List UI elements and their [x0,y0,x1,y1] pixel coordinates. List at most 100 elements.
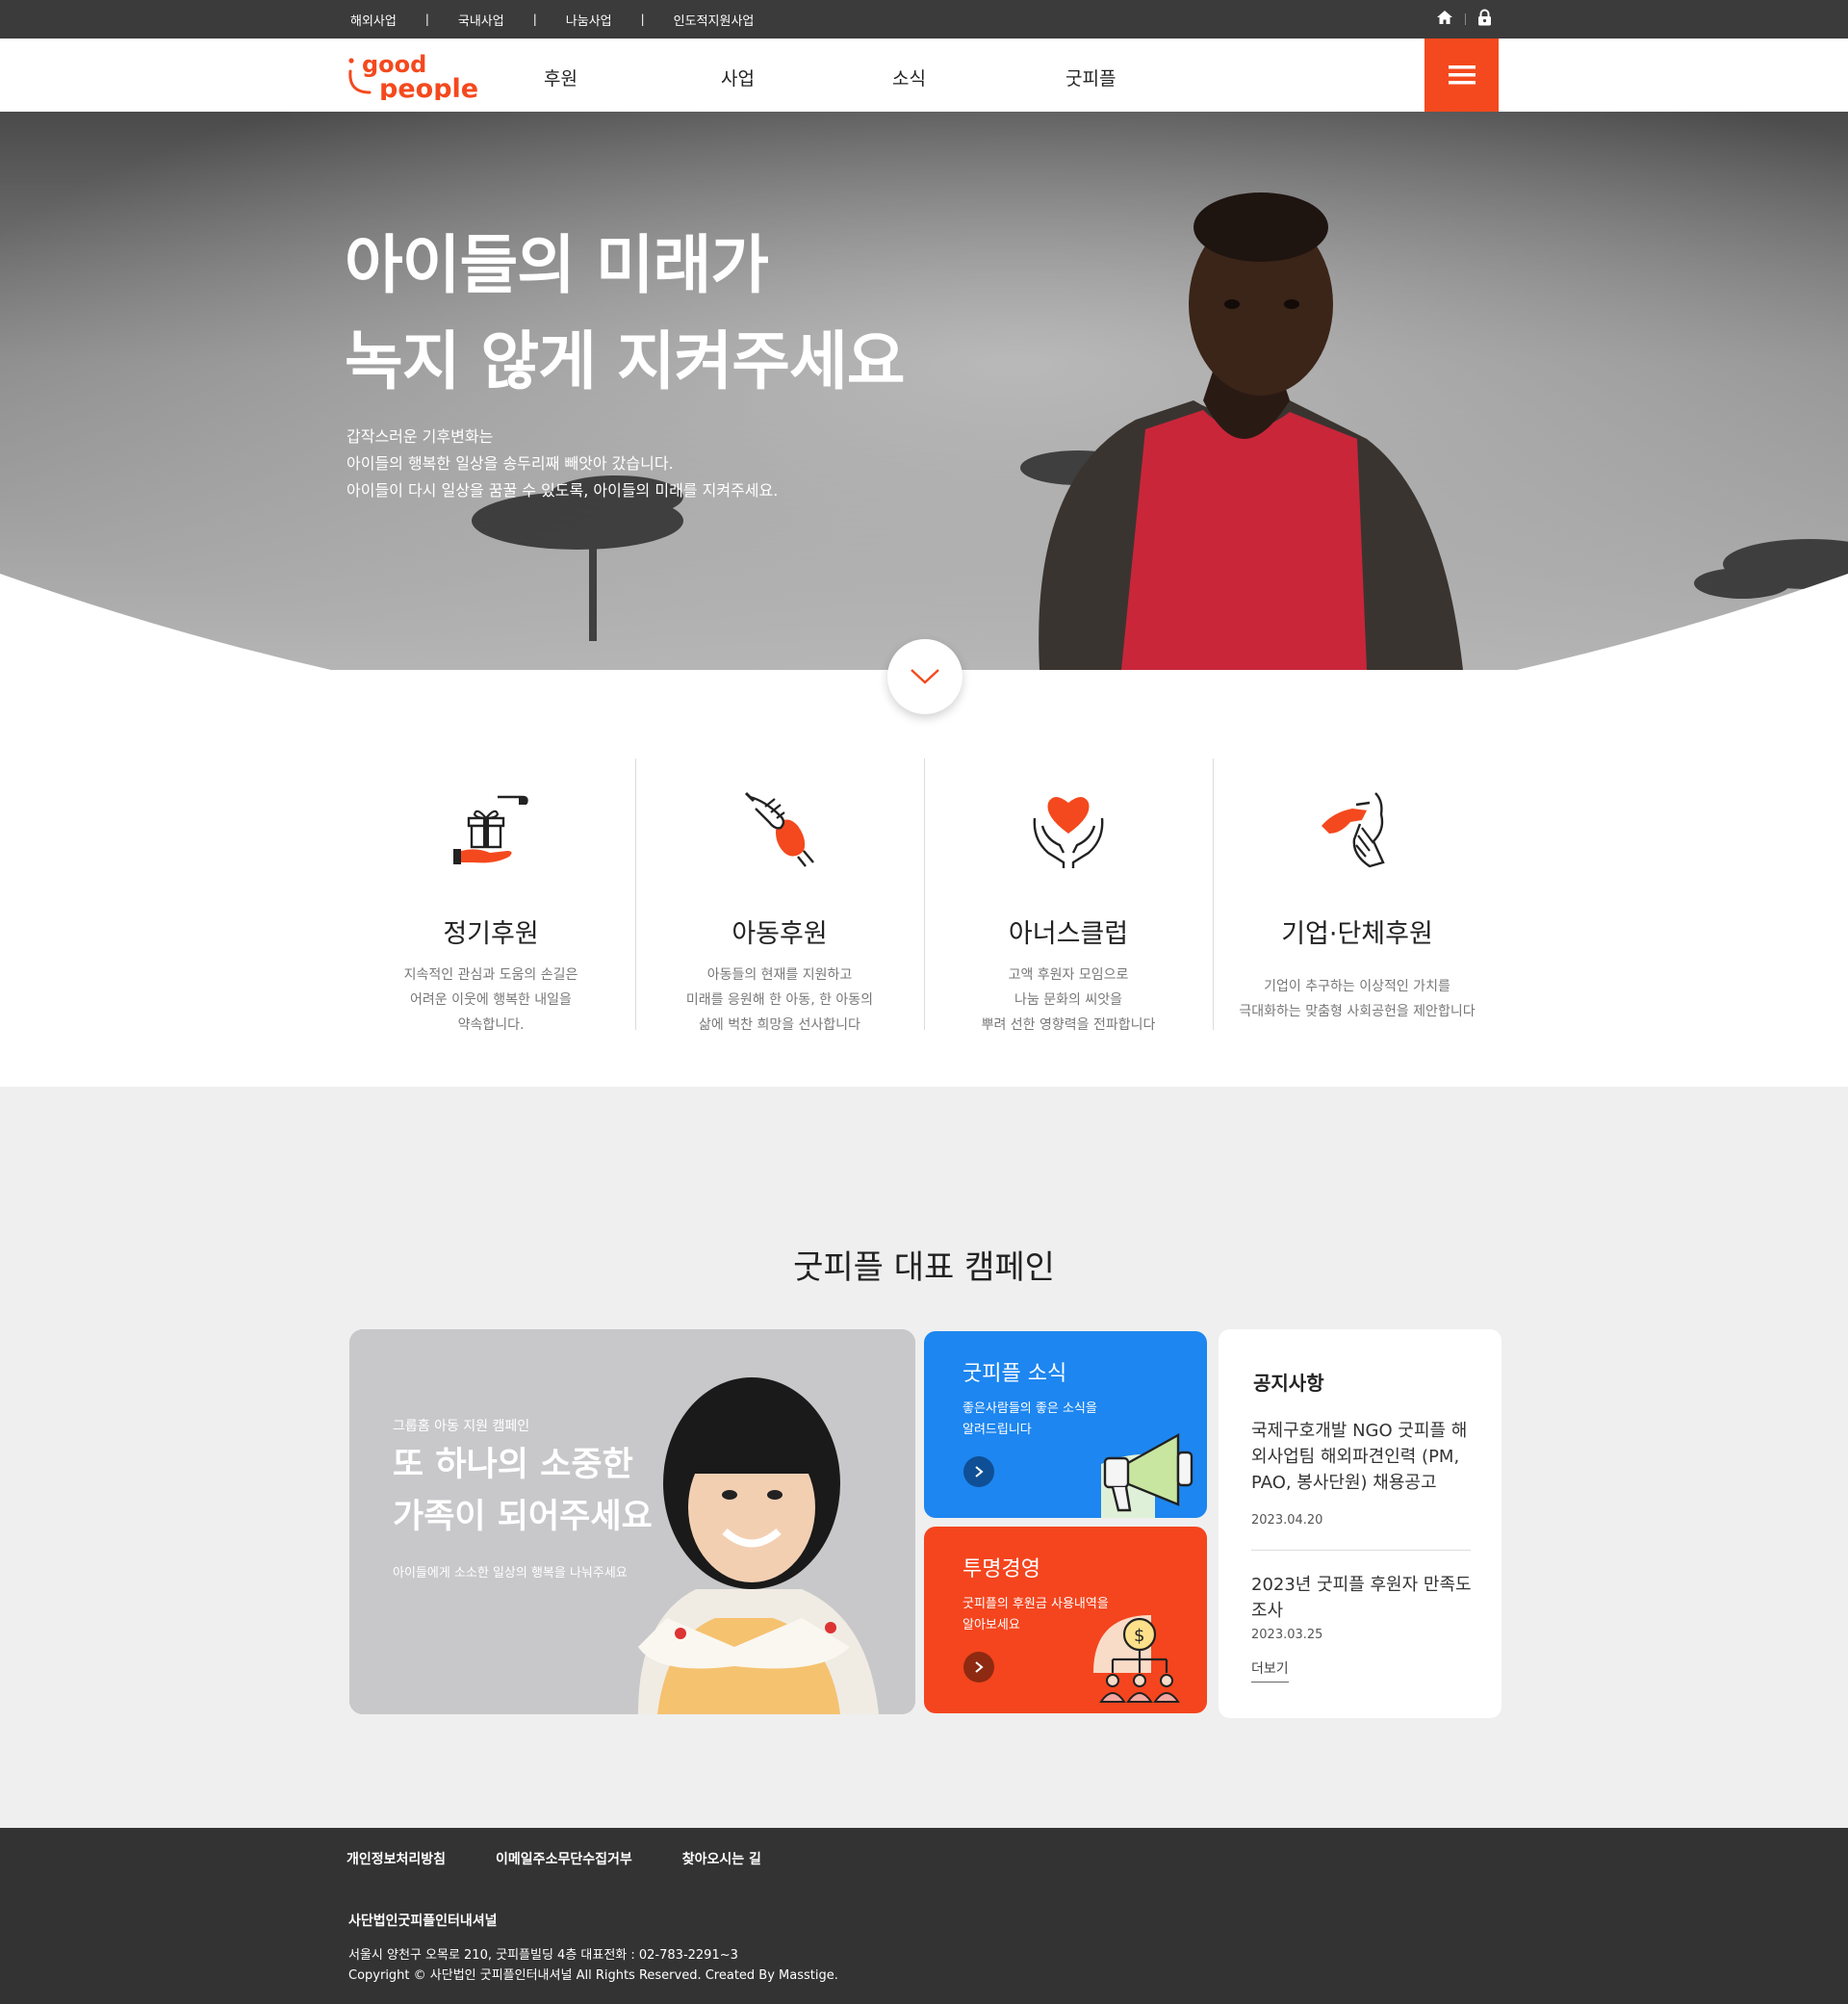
divider: | [640,13,645,26]
hamburger-menu-button[interactable] [1424,39,1499,112]
desc-line: 나눔 문화의 씨앗을 [1014,992,1122,1008]
desc-line: 어려운 이웃에 행복한 내일을 [410,992,572,1008]
nav-support[interactable]: 후원 [544,64,578,90]
nav-business[interactable]: 사업 [721,64,755,90]
link-overseas[interactable]: 해외사업 [350,11,397,29]
top-utility-bar: 해외사업 | 국내사업 | 나눔사업 | 인도적지원사업 [0,0,1848,39]
category-description: 기업이 추구하는 이상적인 가치를 극대화하는 맞춤형 사회공헌을 제안합니다 [1213,974,1502,1024]
footer-links: 개인정보처리방침 이메일주소무단수집거부 찾아오시는 길 [346,1849,761,1868]
directions-link[interactable]: 찾아오시는 길 [682,1849,761,1868]
lock-icon[interactable] [1477,9,1492,30]
more-link[interactable]: 더보기 [1251,1658,1289,1683]
category-regular[interactable]: 정기후원 지속적인 관심과 도움의 손길은 어려운 이웃에 행복한 내일을 약속… [346,758,635,1033]
campaign-kicker: 그룹홈 아동 지원 캠페인 [393,1419,530,1434]
campaign-section: 굿피플 대표 캠페인 그룹홈 아동 지원 캠페인 또 하나의 소중한 가족이 되… [0,1087,1848,1828]
chevron-right-icon [975,1466,984,1477]
desc-line: 극대화하는 맞춤형 사회공헌을 제안합니다 [1239,1004,1476,1019]
divider: | [424,13,429,26]
hamburger-icon [1448,65,1476,85]
news-card-description: 좋은사람들의 좋은 소식을 알려드립니다 [962,1399,1097,1441]
hero-banner: 아이들의 미래가 녹지 않게 지켜주세요 갑작스러운 기후변화는 아이들의 행복… [0,112,1848,670]
category-honors-club[interactable]: 아너스클럽 고액 후원자 모임으로 나눔 문화의 씨앗을 뿌려 선한 영향력을 … [924,758,1213,1033]
desc-line: 알아보세요 [962,1618,1020,1632]
notice-item-date: 2023.03.25 [1251,1628,1323,1642]
hero-background-image [0,112,1848,670]
handshake-icon [1322,792,1385,868]
main-header: good people 후원 사업 소식 굿피플 [0,39,1848,112]
divider: | [532,13,537,26]
news-card[interactable]: 굿피플 소식 좋은사람들의 좋은 소식을 알려드립니다 [924,1331,1207,1518]
chevron-right-icon [975,1661,984,1673]
category-corporate[interactable]: 기업·단체후원 기업이 추구하는 이상적인 가치를 극대화하는 맞춤형 사회공헌… [1213,758,1502,1030]
link-humanitarian[interactable]: 인도적지원사업 [674,11,755,29]
divider [1465,13,1466,25]
scroll-down-button[interactable] [887,639,962,714]
address-line: 서울시 양천구 오목로 210, 굿피플빌딩 4층 대표전화 : 02-783-… [348,1948,738,1963]
business-links: 해외사업 | 국내사업 | 나눔사업 | 인도적지원사업 [350,0,754,39]
money-tree-icon: $ [1093,1615,1180,1703]
footer-address: 서울시 양천구 오목로 210, 굿피플빌딩 4층 대표전화 : 02-783-… [348,1945,838,1986]
transparency-go-button[interactable] [963,1652,994,1683]
category-description: 지속적인 관심과 도움의 손길은 어려운 이웃에 행복한 내일을 약속합니다. [346,963,635,1038]
campaign-subtext: 아이들에게 소소한 일상의 행복을 나눠주세요 [393,1566,628,1580]
campaign-headline: 또 하나의 소중한 가족이 되어주세요 [393,1439,653,1543]
category-title: 기업·단체후원 [1281,919,1433,949]
notice-heading: 공지사항 [1253,1372,1324,1395]
hero-title-line1: 아이들의 미래가 [345,228,769,302]
hero-title-line2: 녹지 않게 지켜주세요 [345,324,905,398]
footer: 개인정보처리방침 이메일주소무단수집거부 찾아오시는 길 사단법인굿피플인터내셔… [0,1828,1848,2004]
category-title: 정기후원 [443,919,539,949]
gift-hand-icon [453,795,528,864]
category-description: 아동들의 현재를 지원하고 미래를 응원해 한 아동, 한 아동의 삶에 벅찬 … [635,963,924,1038]
desc-line: 굿피플의 후원금 사용내역을 [962,1597,1109,1611]
nav-news[interactable]: 소식 [892,64,926,90]
desc-line: 좋은사람들의 좋은 소식을 [962,1401,1097,1416]
home-icon[interactable] [1436,10,1453,29]
featured-campaign-card[interactable]: 그룹홈 아동 지원 캠페인 또 하나의 소중한 가족이 되어주세요 아이들에게 … [349,1329,915,1714]
nav-goodpeople[interactable]: 굿피플 [1065,64,1116,90]
headline-line1: 또 하나의 소중한 [393,1446,633,1484]
donation-categories: 정기후원 지속적인 관심과 도움의 손길은 어려운 이웃에 행복한 내일을 약속… [346,758,1502,1033]
hero-desc-line2: 아이들의 행복한 일상을 송두리째 빼앗아 갔습니다. [346,454,674,473]
campaign-section-title: 굿피플 대표 캠페인 [793,1248,1055,1287]
category-title: 아동후원 [732,919,828,949]
news-card-title: 굿피플 소식 [962,1362,1067,1386]
category-child[interactable]: 아동후원 아동들의 현재를 지원하고 미래를 응원해 한 아동, 한 아동의 삶… [635,758,924,1033]
desc-line: 알려드립니다 [962,1423,1032,1437]
hero-title: 아이들의 미래가 녹지 않게 지켜주세요 [345,218,905,410]
desc-line: 지속적인 관심과 도움의 손길은 [403,967,578,983]
megaphone-icon [1101,1432,1194,1518]
utility-icons [1436,0,1492,39]
privacy-policy-link[interactable]: 개인정보처리방침 [346,1849,446,1868]
chevron-down-icon [911,669,939,684]
copyright-line: Copyright © 사단법인 굿피플인터내셔널 All Rights Res… [348,1968,838,1983]
news-go-button[interactable] [963,1456,994,1487]
email-refusal-link[interactable]: 이메일주소무단수집거부 [496,1849,632,1868]
desc-line: 약속합니다. [457,1017,525,1033]
transparency-card[interactable]: 투명경영 굿피플의 후원금 사용내역을 알아보세요 $ [924,1527,1207,1713]
hero-description: 갑작스러운 기후변화는 아이들의 행복한 일상을 송두리째 빼앗아 갔습니다. … [346,424,778,504]
holding-hands-icon [744,791,814,867]
desc-line: 삶에 벅찬 희망을 선사합니다 [699,1017,860,1033]
desc-line: 아동들의 현재를 지원하고 [706,967,853,983]
transparency-card-description: 굿피플의 후원금 사용내역을 알아보세요 [962,1594,1109,1636]
notice-item-date: 2023.04.20 [1251,1513,1323,1528]
link-sharing[interactable]: 나눔사업 [566,11,612,29]
desc-line: 뿌려 선한 영향력을 전파합니다 [981,1017,1156,1033]
desc-line: 기업이 추구하는 이상적인 가치를 [1264,979,1450,994]
notice-item-title[interactable]: 국제구호개발 NGO 굿피플 해외사업팀 해외파견인력 (PM, PAO, 봉사… [1251,1418,1478,1496]
link-domestic[interactable]: 국내사업 [458,11,504,29]
desc-line: 미래를 응원해 한 아동, 한 아동의 [685,992,874,1008]
organization-name: 사단법인굿피플인터내셔널 [348,1914,498,1929]
headline-line2: 가족이 되어주세요 [393,1498,653,1536]
desc-line: 고액 후원자 모임으로 [1008,967,1129,983]
notice-panel: 공지사항 국제구호개발 NGO 굿피플 해외사업팀 해외파견인력 (PM, PA… [1219,1329,1502,1718]
divider [1251,1550,1471,1551]
hero-desc-line3: 아이들이 다시 일상을 꿈꿀 수 있도록, 아이들의 미래를 지켜주세요. [346,481,779,500]
notice-item-title[interactable]: 2023년 굿피플 후원자 만족도 조사 [1251,1572,1478,1624]
transparency-card-title: 투명경영 [962,1557,1040,1581]
goodpeople-logo[interactable]: good people [346,50,487,104]
category-description: 고액 후원자 모임으로 나눔 문화의 씨앗을 뿌려 선한 영향력을 전파합니다 [924,963,1213,1038]
hero-desc-line1: 갑작스러운 기후변화는 [346,427,494,446]
svg-text:$: $ [1134,1626,1144,1646]
